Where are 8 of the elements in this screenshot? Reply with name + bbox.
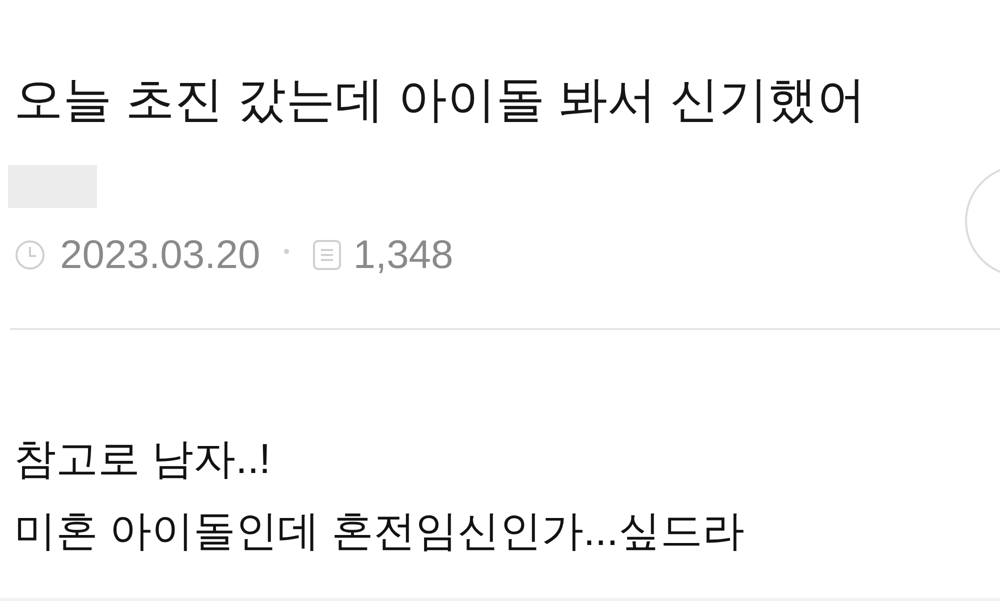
body-text-line: 미혼 아이돌인데 혼전임신인가...싶드라 <box>14 506 746 556</box>
view-count: 1,348 <box>353 232 454 279</box>
separator-dot-icon <box>284 248 290 254</box>
document-icon <box>313 240 342 270</box>
post-date: 2023.03.20 <box>60 232 260 279</box>
post-title: 오늘 초진 갔는데 아이돌 봐서 신기했어 <box>14 72 868 129</box>
clock-icon <box>15 240 45 270</box>
body-text-line: 참고로 남자..! <box>14 434 272 484</box>
